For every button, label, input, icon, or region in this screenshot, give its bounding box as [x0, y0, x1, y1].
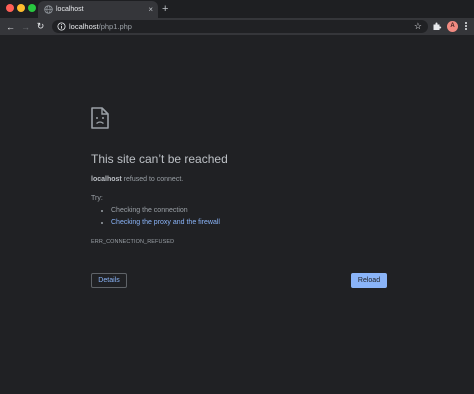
back-button[interactable]: ←	[4, 20, 17, 33]
error-message-text: refused to connect.	[121, 176, 184, 183]
globe-icon	[44, 5, 53, 14]
error-message: localhost refused to connect.	[91, 175, 183, 185]
extensions-puzzle-icon[interactable]	[432, 21, 442, 31]
suggestion-check-proxy: Checking the proxy and the firewall	[111, 217, 220, 229]
browser-window: localhost × + ← → ↻ localhost/php1.php ☆…	[0, 0, 474, 394]
window-maximize-button[interactable]	[28, 4, 36, 12]
suggestion-list: Checking the connection Checking the pro…	[101, 205, 220, 229]
address-bar[interactable]: localhost/php1.php ☆	[52, 20, 428, 33]
tab-strip: localhost × +	[0, 0, 474, 18]
tab-title: localhost	[56, 6, 84, 13]
kebab-menu-icon[interactable]	[463, 21, 469, 32]
profile-avatar[interactable]: A	[447, 21, 458, 32]
reload-page-button[interactable]: Reload	[351, 273, 387, 288]
page-title: This site can’t be reached	[91, 152, 228, 166]
new-tab-button[interactable]: +	[162, 2, 168, 16]
url-text[interactable]: localhost/php1.php	[69, 21, 132, 32]
check-proxy-link[interactable]: Checking the proxy and the firewall	[111, 219, 220, 226]
forward-button[interactable]: →	[19, 20, 32, 33]
try-label: Try:	[91, 195, 103, 202]
suggestion-check-connection: Checking the connection	[111, 205, 220, 217]
url-host: localhost	[69, 22, 99, 31]
site-info-icon[interactable]	[57, 22, 66, 31]
tab-close-icon[interactable]: ×	[148, 4, 153, 15]
details-button[interactable]: Details	[91, 273, 127, 288]
window-close-button[interactable]	[6, 4, 14, 12]
tab-localhost[interactable]: localhost ×	[38, 1, 158, 18]
error-code: ERR_CONNECTION_REFUSED	[91, 239, 175, 245]
url-path: /php1.php	[98, 22, 132, 31]
sad-document-icon	[91, 107, 109, 129]
bookmark-star-icon[interactable]: ☆	[414, 21, 422, 32]
browser-toolbar: ← → ↻ localhost/php1.php ☆ A	[0, 18, 474, 35]
error-page: This site can’t be reached localhost ref…	[0, 35, 474, 394]
error-host: localhost	[91, 176, 122, 183]
window-minimize-button[interactable]	[17, 4, 25, 12]
reload-button[interactable]: ↻	[34, 20, 47, 33]
